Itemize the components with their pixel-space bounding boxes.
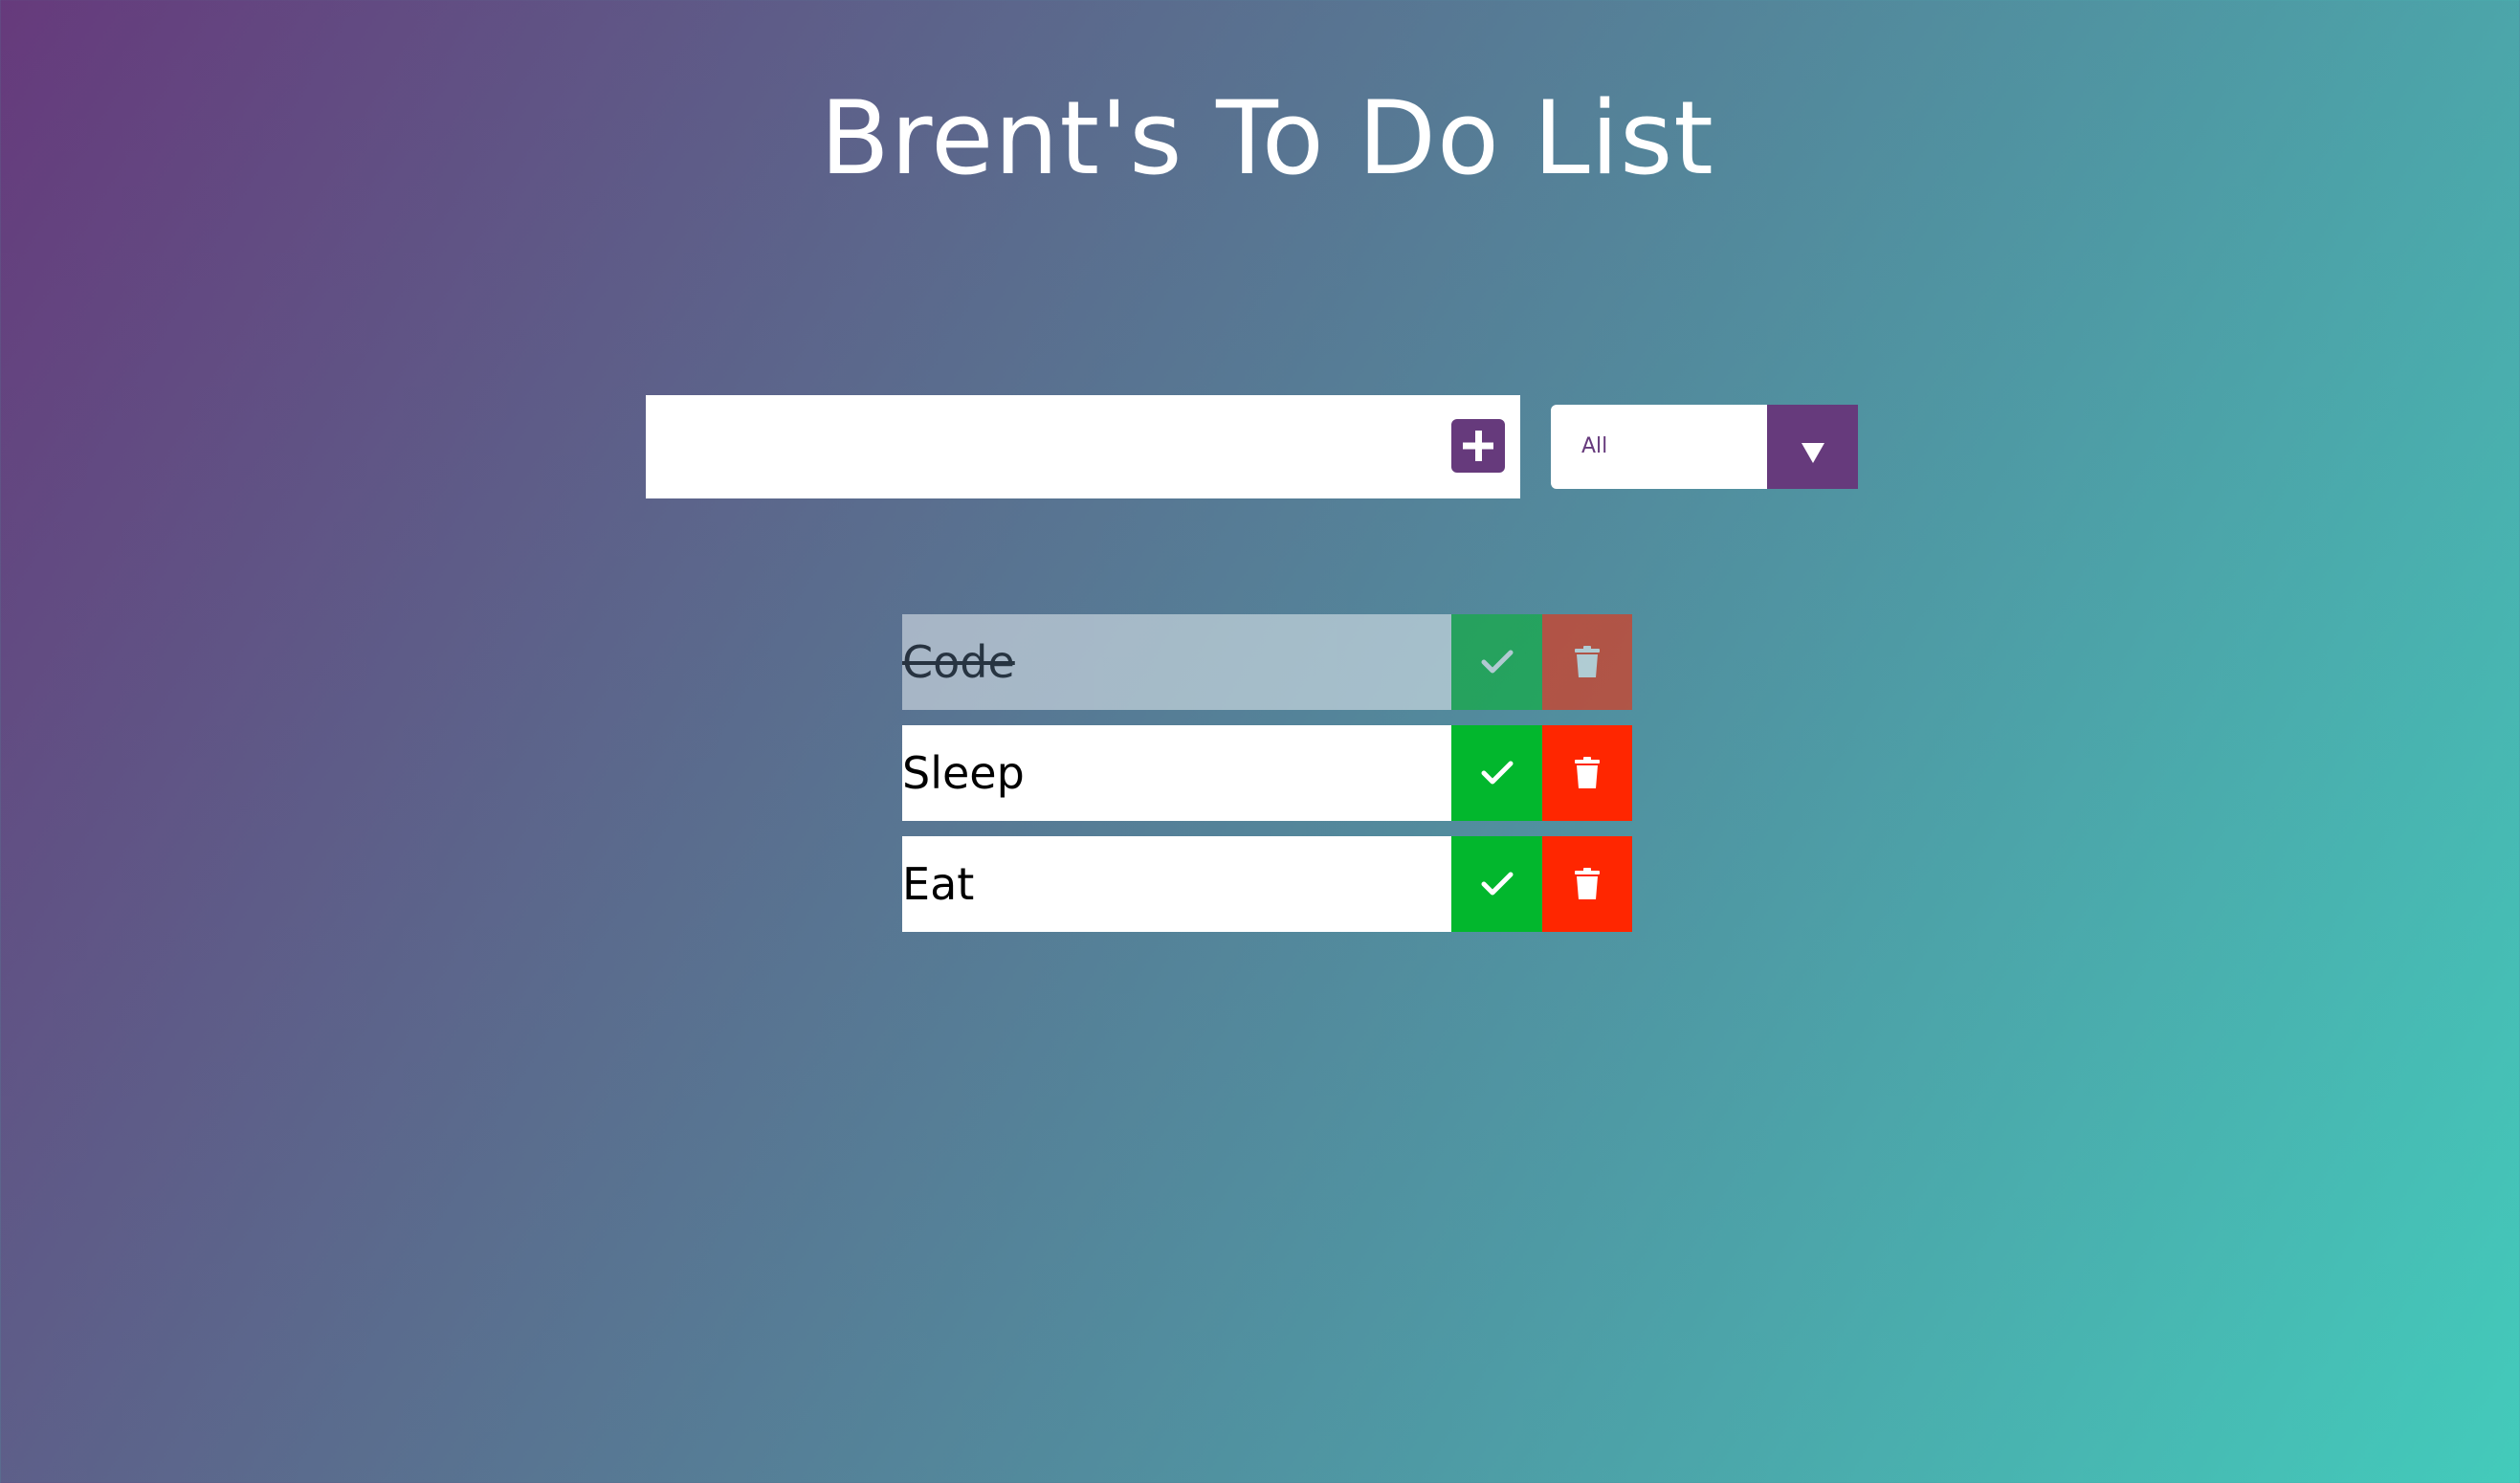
filter-dropdown-button[interactable] (1767, 405, 1858, 489)
delete-button[interactable] (1542, 614, 1632, 710)
caret-down-icon (1802, 443, 1824, 463)
todo-item: Sleep (902, 725, 1632, 821)
check-icon (1481, 761, 1513, 785)
complete-button[interactable] (1451, 725, 1542, 821)
todo-list: Code Sleep Eat (902, 614, 1632, 947)
delete-button[interactable] (1542, 836, 1632, 932)
todo-item: Eat (902, 836, 1632, 932)
trash-icon (1575, 868, 1600, 899)
trash-icon (1575, 757, 1600, 788)
todo-text: Sleep (902, 747, 1025, 799)
complete-button[interactable] (1451, 614, 1542, 710)
trash-icon (1575, 646, 1600, 677)
todo-item: Code (902, 614, 1632, 710)
todo-text: Code (902, 636, 1015, 688)
filter-selected-value[interactable]: All (1551, 405, 1767, 489)
todo-text: Eat (902, 858, 975, 910)
page-title: Brent's To Do List (820, 79, 1714, 197)
todo-input-container (646, 395, 1520, 498)
todo-form: All (646, 395, 1858, 498)
complete-button[interactable] (1451, 836, 1542, 932)
plus-square-icon (1463, 431, 1493, 461)
check-icon (1481, 650, 1513, 674)
check-icon (1481, 872, 1513, 896)
todo-input[interactable] (646, 395, 1430, 498)
delete-button[interactable] (1542, 725, 1632, 821)
add-todo-button[interactable] (1451, 419, 1505, 473)
